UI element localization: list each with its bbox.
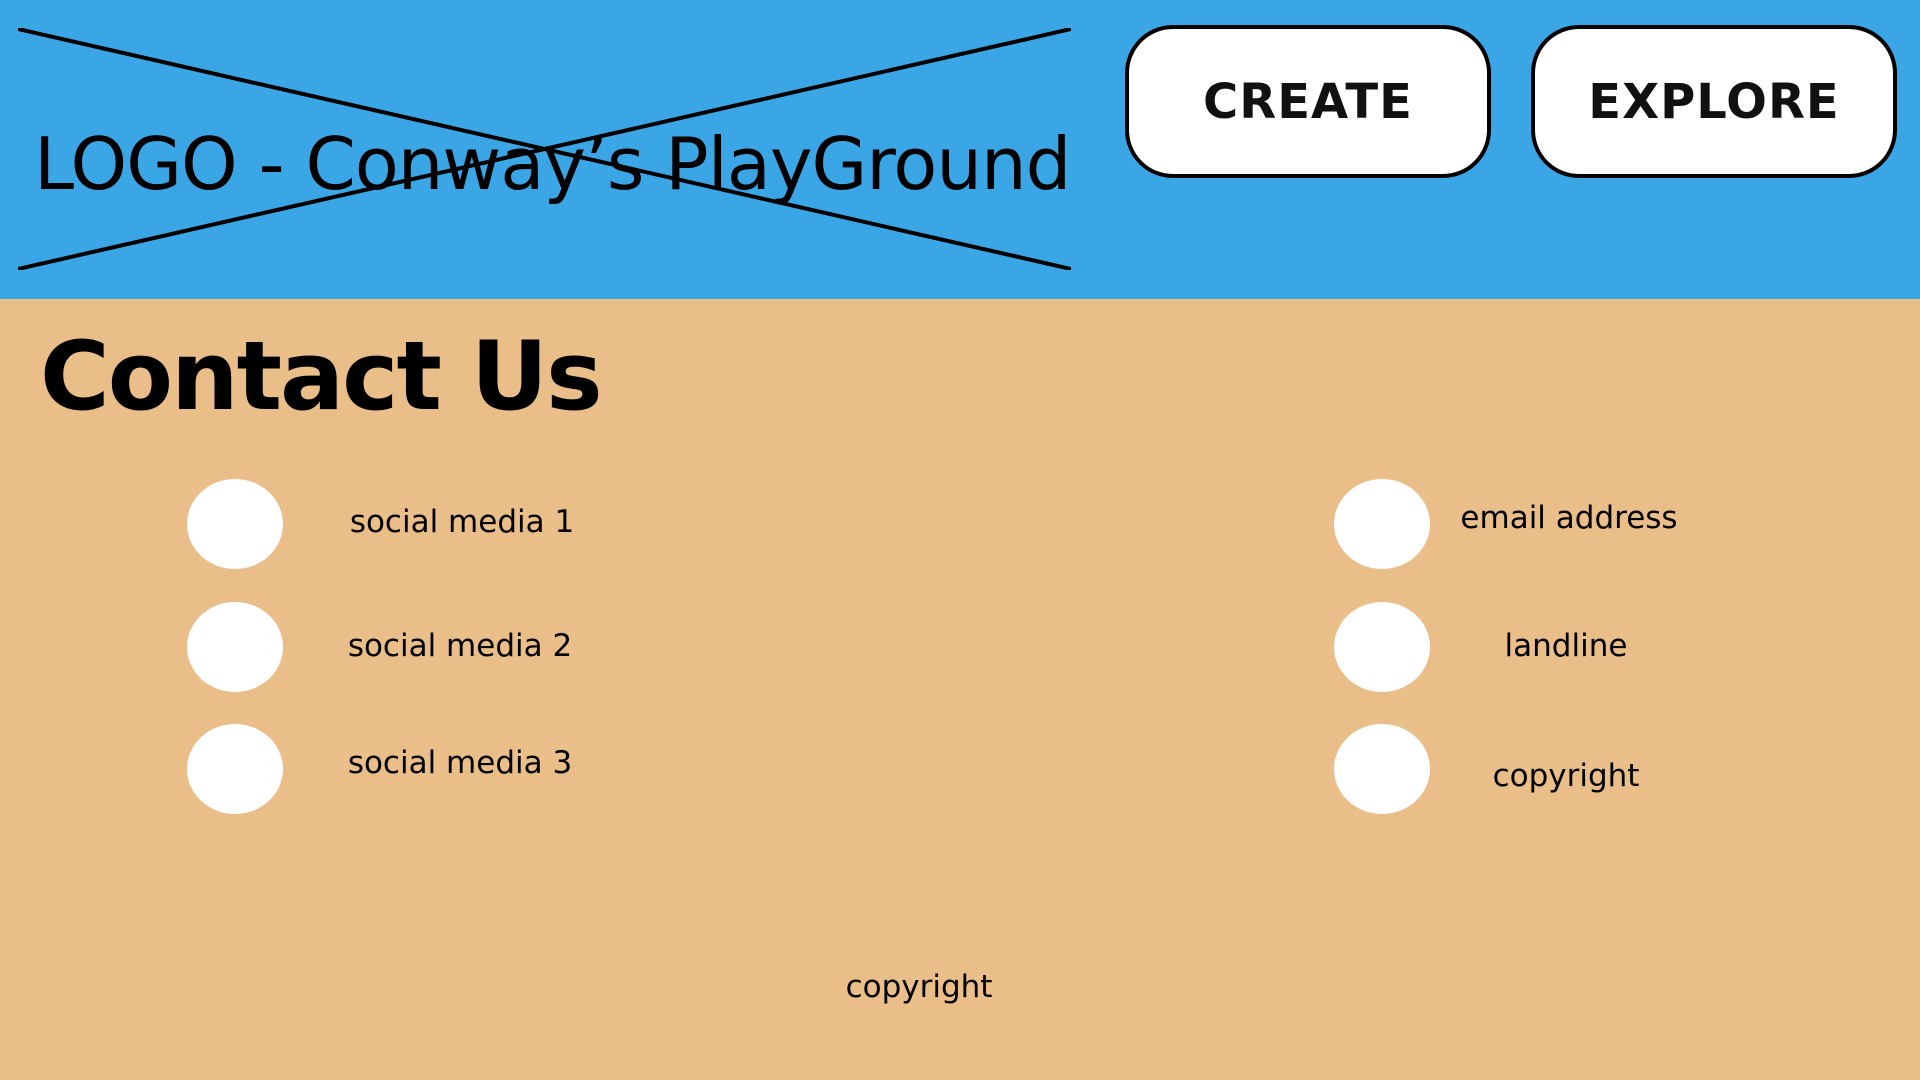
circle-placeholder-icon (187, 724, 283, 814)
email-address-label: email address (1460, 500, 1678, 536)
logo-placeholder[interactable]: LOGO - Conway’s PlayGround (18, 28, 1071, 270)
create-button[interactable]: CREATE (1125, 25, 1491, 178)
social-media-1-link[interactable]: social media 1 (187, 479, 607, 569)
circle-placeholder-icon (1334, 724, 1430, 814)
social-media-2-label: social media 2 (347, 628, 573, 664)
social-media-2-link[interactable]: social media 2 (187, 602, 607, 692)
circle-placeholder-icon (187, 602, 283, 692)
social-media-3-label: social media 3 (347, 745, 573, 781)
copyright-label: copyright (1492, 758, 1640, 794)
social-media-3-link[interactable]: social media 3 (187, 724, 607, 814)
logo-text: LOGO - Conway’s PlayGround (34, 122, 1071, 206)
circle-placeholder-icon (1334, 602, 1430, 692)
circle-placeholder-icon (187, 479, 283, 569)
email-address-link[interactable]: email address (1334, 479, 1714, 569)
circle-placeholder-icon (1334, 479, 1430, 569)
footer-copyright: copyright (845, 969, 993, 1005)
copyright-link[interactable]: copyright (1334, 724, 1714, 814)
explore-button[interactable]: EXPLORE (1531, 25, 1897, 178)
landline-label: landline (1504, 628, 1628, 664)
landline-link[interactable]: landline (1334, 602, 1714, 692)
header-bar: LOGO - Conway’s PlayGround CREATE EXPLOR… (0, 0, 1920, 299)
page: LOGO - Conway’s PlayGround CREATE EXPLOR… (0, 0, 1920, 1080)
page-title: Contact Us (40, 322, 603, 432)
social-media-1-label: social media 1 (349, 504, 575, 540)
